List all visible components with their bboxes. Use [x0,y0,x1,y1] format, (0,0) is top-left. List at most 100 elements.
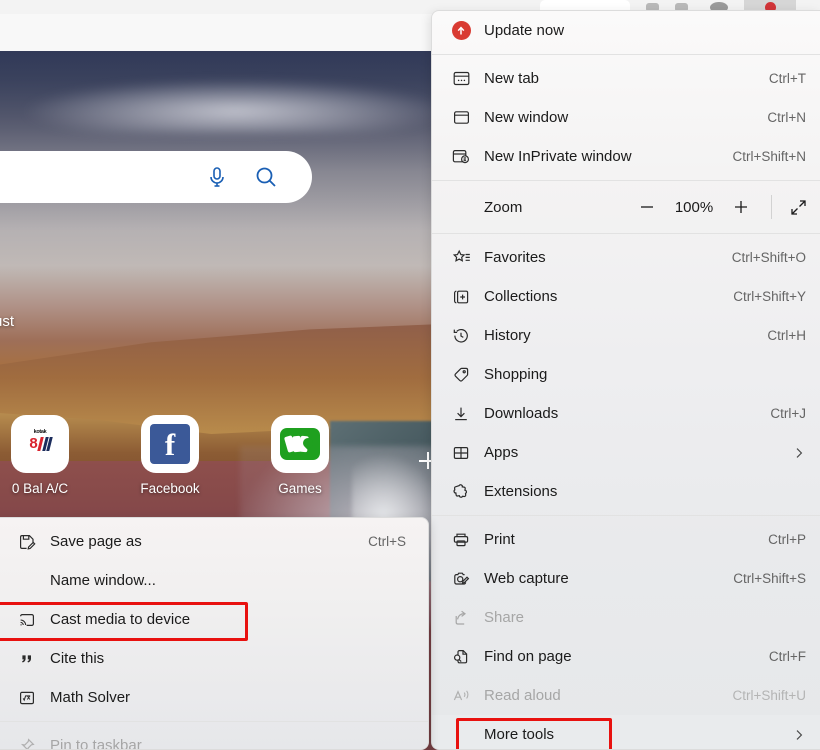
menu-item-label: Extensions [484,483,558,500]
menu-item-history[interactable]: History Ctrl+H [432,316,820,355]
find-on-page-icon [450,647,472,667]
menu-separator [432,233,820,234]
extensions-puzzle-icon [450,482,472,502]
more-tools-submenu: Save page as Ctrl+S Name window... Cast … [0,517,429,750]
history-clock-icon [450,326,472,346]
games-cards-icon [280,428,320,460]
submenu-item-label: Math Solver [50,689,131,706]
search-input[interactable] [0,151,312,203]
menu-item-shortcut: Ctrl+Shift+U [732,688,806,703]
menu-item-new-tab[interactable]: New tab Ctrl+T [432,59,820,98]
cite-quote-icon [16,649,38,669]
tile-icon-box: kotak 8 [11,415,69,473]
facebook-icon: f [150,424,190,464]
menu-item-label: Shopping [484,366,548,383]
downloads-arrow-icon [450,404,472,424]
submenu-item-math-solver[interactable]: Math Solver [0,678,428,717]
menu-item-shortcut: Ctrl+Shift+O [731,250,806,265]
submenu-item-pin-to-taskbar: Pin to taskbar [0,726,428,749]
menu-item-label: New tab [484,70,540,87]
submenu-item-cite-this[interactable]: Cite this [0,639,428,678]
submenu-item-save-page-as[interactable]: Save page as Ctrl+S [0,522,428,561]
menu-separator [432,54,820,55]
more-tools-row-wrapper: More tools [432,715,820,749]
more-tools-icon-placeholder [450,725,472,745]
favorites-star-icon [450,248,472,268]
tile-icon-box [271,415,329,473]
submenu-item-cast-media-to-device[interactable]: Cast media to device [0,600,428,639]
menu-item-shortcut: Ctrl+Shift+Y [733,289,806,304]
submenu-item-label: Cast media to device [50,611,191,628]
menu-item-print[interactable]: Print Ctrl+P [432,520,820,559]
shortcut-tile-kotak[interactable]: kotak 8 0 Bal A/C [8,415,72,496]
menu-item-downloads[interactable]: Downloads Ctrl+J [432,394,820,433]
cast-media-icon [16,610,38,630]
hero-cloud [20,79,450,133]
menu-item-read-aloud: Read aloud Ctrl+Shift+U [432,676,820,715]
submenu-item-label: Save page as [50,533,142,550]
menu-item-apps[interactable]: Apps [432,433,820,472]
update-arrow-icon [450,21,472,41]
menu-item-find-on-page[interactable]: Find on page Ctrl+F [432,637,820,676]
cast-media-row-wrapper: Cast media to device [0,600,428,641]
submenu-separator [0,721,428,722]
fullscreen-icon[interactable] [776,191,820,223]
zoom-out-button[interactable] [627,191,667,223]
chevron-right-icon [792,446,806,460]
web-capture-icon [450,569,472,589]
browser-main-menu: Update now New tab Ctrl+T New window Ctr… [431,10,820,750]
menu-item-shortcut: Ctrl+H [767,328,806,343]
menu-item-collections[interactable]: Collections Ctrl+Shift+Y [432,277,820,316]
new-window-icon [450,108,472,128]
menu-item-label: Find on page [484,648,572,665]
menu-item-new-inprivate-window[interactable]: New InPrivate window Ctrl+Shift+N [432,137,820,176]
menu-item-shopping[interactable]: Shopping [432,355,820,394]
menu-item-label: New InPrivate window [484,148,632,165]
menu-item-label: History [484,327,531,344]
menu-item-shortcut: Ctrl+Shift+S [733,571,806,586]
pin-icon [16,736,38,749]
menu-item-shortcut: Ctrl+P [768,532,806,547]
menu-item-label: Update now [484,22,565,39]
menu-item-label: Collections [484,288,558,305]
new-tab-icon [450,69,472,89]
tile-icon-box: f [141,415,199,473]
menu-item-extensions[interactable]: Extensions [432,472,820,511]
tile-label: 0 Bal A/C [11,481,69,496]
shortcut-tiles: kotak 8 0 Bal A/C f Facebook Games [8,415,332,496]
menu-item-zoom: Zoom 100% [432,185,820,229]
submenu-item-label: Name window... [50,572,156,589]
shopping-tag-icon [450,365,472,385]
save-page-icon [16,532,38,552]
menu-item-share: Share [432,598,820,637]
share-icon [450,608,472,628]
tile-label: Games [278,481,322,496]
inprivate-window-icon [450,147,472,167]
zoom-level: 100% [674,198,714,216]
read-aloud-icon [450,686,472,706]
menu-item-label: More tools [484,726,555,743]
submenu-item-name-window[interactable]: Name window... [0,561,428,600]
menu-item-favorites[interactable]: Favorites Ctrl+Shift+O [432,238,820,277]
zoom-in-button[interactable] [721,191,761,223]
menu-separator [432,180,820,181]
menu-item-shortcut: Ctrl+Shift+N [732,149,806,164]
menu-separator [432,515,820,516]
microphone-icon[interactable] [206,165,228,189]
menu-item-shortcut: Ctrl+T [768,71,806,86]
screenshot-stage: ust kotak 8 0 Bal A/C f Facebo [0,0,820,750]
menu-item-more-tools[interactable]: More tools [432,715,820,749]
menu-item-update-now[interactable]: Update now [432,11,820,50]
menu-item-label: New window [484,109,569,126]
shortcut-tile-games[interactable]: Games [268,415,332,496]
shortcut-tile-facebook[interactable]: f Facebook [138,415,202,496]
menu-item-new-window[interactable]: New window Ctrl+N [432,98,820,137]
menu-item-web-capture[interactable]: Web capture Ctrl+Shift+S [432,559,820,598]
submenu-item-label: Cite this [50,650,105,667]
search-icon[interactable] [254,165,278,189]
kotak-bank-icon: kotak 8 [23,429,57,459]
hero-caption: ust [0,313,15,330]
menu-item-shortcut: Ctrl+N [767,110,806,125]
menu-item-label: Web capture [484,570,569,587]
math-solver-icon [16,688,38,708]
